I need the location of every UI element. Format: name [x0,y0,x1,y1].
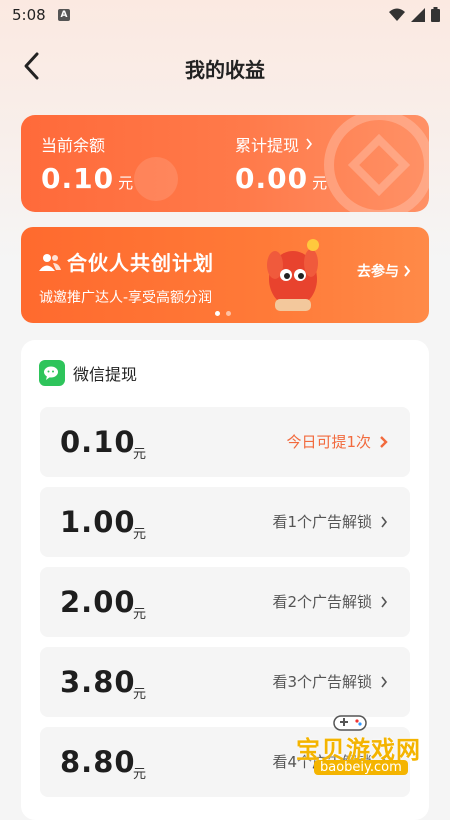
status-time: 5:08 [12,6,46,24]
wechat-withdraw-title: 微信提现 [73,365,138,384]
total-withdrawn-label: 累计提现 [235,136,300,155]
wifi-icon [389,8,405,21]
option-status: 看1个广告解锁 [272,513,372,531]
chevron-right-icon [381,516,388,527]
option-unit: 元 [133,767,147,782]
current-balance-label: 当前余额 [41,136,106,155]
option-unit: 元 [133,447,147,462]
watermark-url: baobeiy.com [314,760,408,775]
current-balance-unit: 元 [118,174,135,192]
partner-subtitle: 诚邀推广达人-享受高额分润 [39,290,213,306]
signal-icon [411,7,425,22]
current-balance-value: 0.10 [41,162,115,195]
partner-title: 合伙人共创计划 [67,251,214,275]
gamepad-icon [333,715,367,731]
withdraw-option[interactable]: 0.10 元 今日可提1次 [40,407,410,477]
battery-icon [431,7,440,22]
withdraw-option[interactable]: 3.80 元 看3个广告解锁 [40,647,410,717]
withdraw-option[interactable]: 2.00 元 看2个广告解锁 [40,567,410,637]
users-icon [39,253,61,271]
wechat-icon [39,360,65,386]
carousel-indicator [215,311,231,316]
total-withdrawn[interactable]: 累计提现 0.00 元 [235,132,328,195]
carousel-dot [226,311,231,316]
chevron-right-icon [404,265,411,277]
option-unit: 元 [133,607,147,622]
join-button-label: 去参与 [357,264,399,280]
option-amount: 3.80 [60,665,136,699]
chevron-right-icon [380,435,388,448]
chevron-right-icon [306,138,313,150]
join-button[interactable]: 去参与 [357,261,411,281]
balance-card: 当前余额 0.10 元 累计提现 0.00 元 [21,115,429,212]
glove-mascot-icon [267,239,319,311]
option-unit: 元 [133,687,147,702]
withdraw-option[interactable]: 1.00 元 看1个广告解锁 [40,487,410,557]
status-bar: 5:08 A [0,0,450,30]
watermark: 宝贝游戏网 baobeiy.com [296,712,446,784]
partner-program-banner[interactable]: 合伙人共创计划 诚邀推广达人-享受高额分润 去参与 [21,227,429,323]
page-title: 我的收益 [185,58,265,82]
option-amount: 2.00 [60,585,136,619]
option-unit: 元 [133,527,147,542]
chevron-right-icon [381,676,388,687]
carousel-dot [215,311,220,316]
option-amount: 8.80 [60,745,136,779]
option-amount: 1.00 [60,505,136,539]
nav-bar: 我的收益 [0,38,450,98]
option-status: 今日可提1次 [286,433,371,451]
current-balance: 当前余额 0.10 元 [41,132,134,195]
chevron-right-icon [381,596,388,607]
coin-bag-decoration-icon [134,157,178,201]
option-amount: 0.10 [60,425,136,459]
notification-icon: A [58,9,70,21]
option-status: 看3个广告解锁 [272,673,372,691]
total-withdrawn-value: 0.00 [235,162,309,195]
total-withdrawn-unit: 元 [312,174,329,192]
option-status: 看2个广告解锁 [272,593,372,611]
